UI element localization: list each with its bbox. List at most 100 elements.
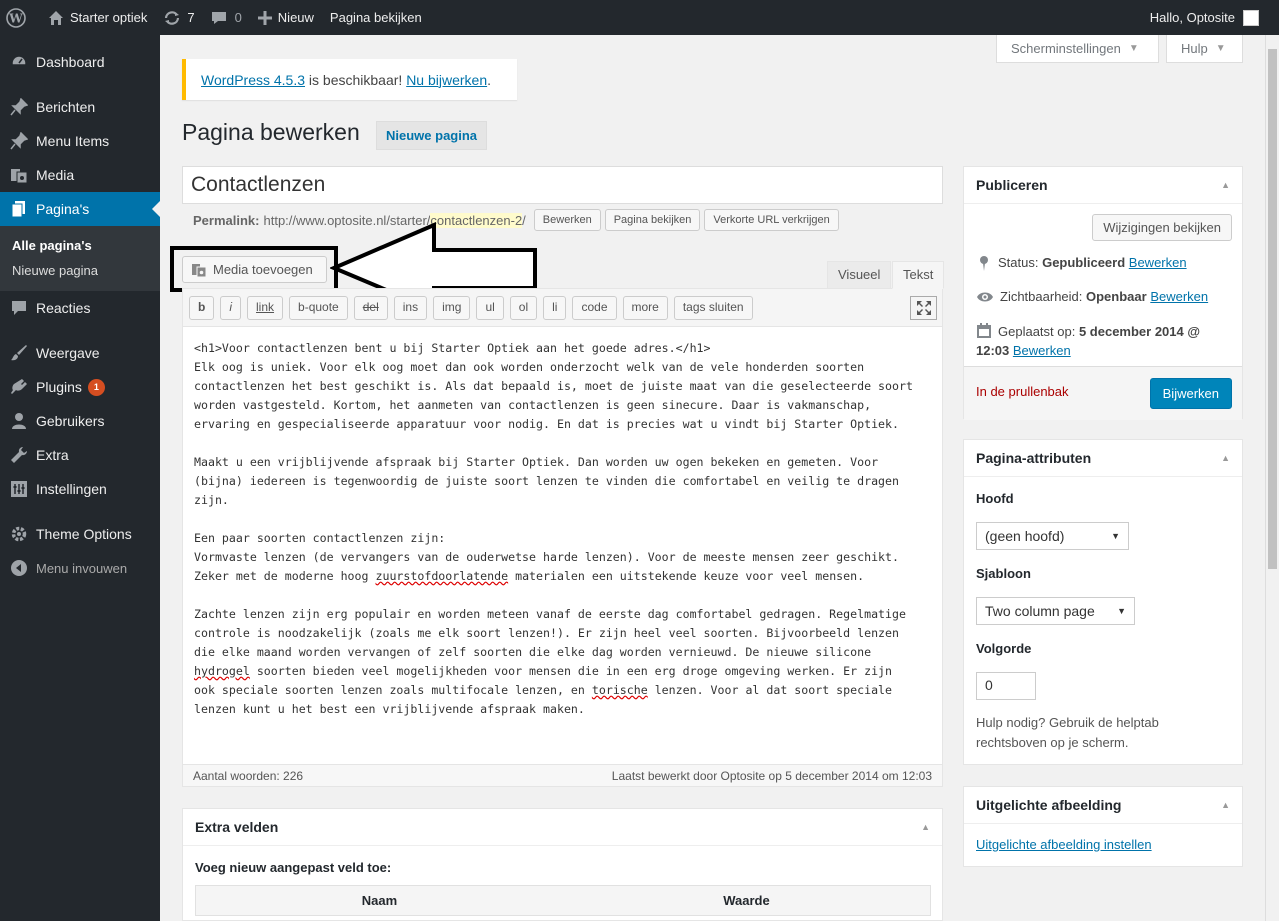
site-name: Starter optiek <box>70 10 148 25</box>
tab-visual[interactable]: Visueel <box>827 261 892 289</box>
settings-sliders-icon <box>11 481 27 497</box>
featured-image-box: Uitgelichte afbeelding ▲ Uitgelichte afbe… <box>963 786 1243 867</box>
menu-media[interactable]: Media <box>0 158 160 192</box>
view-page-link[interactable]: Pagina bekijken <box>322 0 430 35</box>
content-text: soorten bieden veel mogelijkheden voor m… <box>249 664 893 678</box>
home-icon <box>49 10 63 25</box>
collapse-arrow-icon <box>11 560 27 576</box>
custom-fields-box: Extra velden ▲ Voeg nieuw aangepast veld … <box>182 808 943 921</box>
content-line: zijn. <box>194 493 229 507</box>
qt-code-button[interactable]: code <box>572 295 617 320</box>
notice-end: . <box>487 71 492 88</box>
screen-options-button[interactable]: Scherminstellingen ▼ <box>996 35 1159 63</box>
collapse-menu-button[interactable]: Menu invouwen <box>0 551 160 585</box>
qt-blockquote-button[interactable]: b-quote <box>289 295 348 320</box>
qt-del-button[interactable]: del <box>353 295 388 320</box>
toggle-arrow-icon[interactable]: ▲ <box>1221 800 1230 810</box>
qt-link-button[interactable]: link <box>247 295 284 320</box>
menu-gebruikers-label: Gebruikers <box>36 413 105 429</box>
content-line: die elke maand worden vervangen of zelf … <box>194 645 872 659</box>
order-input[interactable]: 0 <box>976 672 1036 700</box>
status-label: Status: <box>998 255 1043 270</box>
updates-icon <box>165 10 180 25</box>
qt-close-tags-button[interactable]: tags sluiten <box>673 295 753 320</box>
update-now-link[interactable]: Nu bijwerken <box>406 72 487 88</box>
page-attributes-header[interactable]: Pagina-attributen ▲ <box>964 440 1242 477</box>
qt-italic-button[interactable]: i <box>220 295 242 320</box>
menu-instellingen[interactable]: Instellingen <box>0 472 160 506</box>
qt-img-button[interactable]: img <box>433 295 471 320</box>
svg-text:W: W <box>8 11 23 25</box>
move-to-trash-link[interactable]: In de prullenbak <box>976 384 1069 399</box>
parent-select[interactable]: (geen hoofd) ▼ <box>976 522 1129 550</box>
page-title: Pagina bewerken <box>182 119 360 145</box>
featured-image-header[interactable]: Uitgelichte afbeelding ▲ <box>964 787 1242 824</box>
caret-down-icon: ▼ <box>1128 43 1139 54</box>
menu-dashboard[interactable]: Dashboard <box>0 45 160 79</box>
content-text: materialen een uitstekende keuze voor ve… <box>508 569 865 583</box>
menu-weergave[interactable]: Weergave <box>0 336 160 370</box>
publish-header[interactable]: Publiceren ▲ <box>964 167 1242 204</box>
add-new-page-button[interactable]: Nieuwe pagina <box>376 121 488 150</box>
preview-changes-button[interactable]: Wijzigingen bekijken <box>1092 214 1232 241</box>
comment-icon <box>12 301 26 315</box>
menu-berichten[interactable]: Berichten <box>0 90 160 124</box>
content-line: Zeker met de moderne hoog zuurstofdoorla… <box>194 567 931 586</box>
custom-fields-header[interactable]: Extra velden ▲ <box>183 809 942 846</box>
template-select[interactable]: Two column page ▼ <box>976 597 1135 625</box>
updates-link[interactable]: 7 <box>155 0 202 35</box>
qt-li-button[interactable]: li <box>543 295 567 320</box>
qt-ul-button[interactable]: ul <box>476 295 504 320</box>
page-attributes-title: Pagina-attributen <box>976 450 1092 466</box>
visibility-label: Zichtbaarheid: <box>1000 289 1086 304</box>
content-line: controle is noodzakelijk (zoals me elk s… <box>194 626 899 640</box>
help-button[interactable]: Hulp ▼ <box>1166 35 1243 63</box>
toggle-arrow-icon[interactable]: ▲ <box>1221 180 1230 190</box>
quicktags-toolbar: b i link b-quote del ins img ul ol li co… <box>183 289 942 327</box>
scrollbar-thumb[interactable] <box>1268 49 1277 569</box>
wordpress-version-link[interactable]: WordPress 4.5.3 <box>201 72 305 88</box>
edit-permalink-button[interactable]: Bewerken <box>533 209 601 231</box>
menu-paginas[interactable]: Pagina's <box>0 192 160 226</box>
toggle-arrow-icon[interactable]: ▲ <box>1221 453 1230 463</box>
content-textarea[interactable]: <h1>Voor contactlenzen bent u bij Starte… <box>183 327 942 731</box>
published-label: Geplaatst op: <box>998 324 1079 339</box>
order-label: Volgorde <box>976 641 1032 656</box>
content-line: <h1>Voor contactlenzen bent u bij Starte… <box>194 341 711 355</box>
qt-more-button[interactable]: more <box>622 295 668 320</box>
new-content-link[interactable]: Nieuw <box>250 0 322 35</box>
post-title-input[interactable]: Contactlenzen <box>182 166 943 204</box>
fullscreen-button[interactable] <box>910 296 937 320</box>
wordpress-logo-icon[interactable]: W <box>0 0 40 35</box>
set-featured-image-link[interactable]: Uitgelichte afbeelding instellen <box>976 837 1152 852</box>
my-account[interactable]: Hallo, Optosite <box>1150 9 1279 26</box>
comments-link[interactable]: 0 <box>203 0 250 35</box>
status-value: Gepubliceerd <box>1042 255 1126 270</box>
menu-menu-items[interactable]: Menu Items <box>0 124 160 158</box>
edit-visibility-link[interactable]: Bewerken <box>1150 289 1208 304</box>
toggle-arrow-icon[interactable]: ▲ <box>921 822 930 832</box>
view-page-button[interactable]: Pagina bekijken <box>604 209 701 231</box>
site-name-link[interactable]: Starter optiek <box>40 0 155 35</box>
menu-reacties-label: Reacties <box>36 300 91 316</box>
menu-gebruikers[interactable]: Gebruikers <box>0 404 160 438</box>
gear-icon <box>11 526 27 542</box>
content-text: lenzen. Voor al dat soort speciale <box>647 683 893 697</box>
menu-reacties[interactable]: Reacties <box>0 291 160 325</box>
submenu-new-page[interactable]: Nieuwe pagina <box>0 258 160 283</box>
template-value: Two column page <box>985 603 1095 619</box>
update-button[interactable]: Bijwerken <box>1149 378 1232 409</box>
qt-ol-button[interactable]: ol <box>509 295 538 320</box>
menu-theme-options[interactable]: Theme Options <box>0 517 160 551</box>
menu-plugins[interactable]: Plugins 1 <box>0 370 160 404</box>
qt-bold-button[interactable]: b <box>189 295 215 320</box>
parent-label: Hoofd <box>976 491 1014 506</box>
get-shortlink-button[interactable]: Verkorte URL verkrijgen <box>704 209 839 231</box>
menu-extra[interactable]: Extra <box>0 438 160 472</box>
qt-ins-button[interactable]: ins <box>393 295 428 320</box>
page-scrollbar[interactable] <box>1265 35 1279 921</box>
submenu-all-pages[interactable]: Alle pagina's <box>0 233 160 258</box>
edit-status-link[interactable]: Bewerken <box>1129 255 1187 270</box>
edit-date-link[interactable]: Bewerken <box>1013 343 1071 358</box>
tab-text[interactable]: Tekst <box>892 261 945 289</box>
